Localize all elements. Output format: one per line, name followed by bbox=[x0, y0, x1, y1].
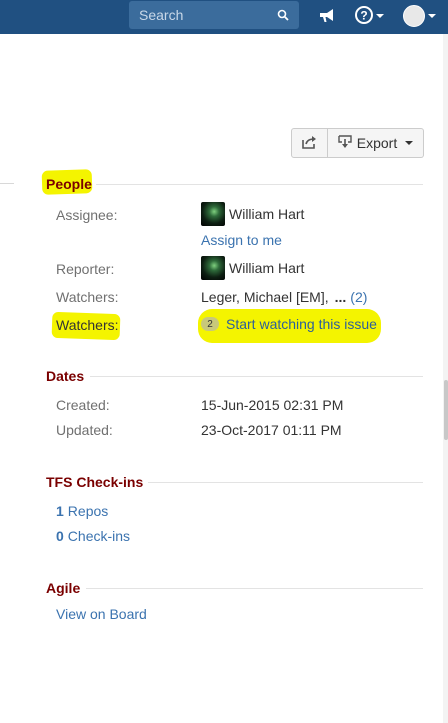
repos-count: 1 bbox=[56, 503, 64, 519]
start-watching-button[interactable]: 2 Start watching this issue bbox=[201, 316, 377, 332]
megaphone-icon bbox=[318, 7, 336, 26]
view-on-board-link[interactable]: View on Board bbox=[56, 606, 147, 622]
scrollbar[interactable] bbox=[443, 34, 448, 723]
section-heading-people: People bbox=[46, 176, 92, 192]
assignee-label: Assignee: bbox=[56, 207, 118, 223]
avatar bbox=[201, 202, 225, 226]
search-input[interactable]: Search bbox=[129, 1, 299, 29]
divider bbox=[86, 588, 423, 589]
svg-text:?: ? bbox=[360, 8, 367, 22]
assignee-value[interactable]: William Hart bbox=[201, 202, 304, 226]
search-placeholder: Search bbox=[139, 7, 184, 23]
tfs-repos-link[interactable]: 1 Repos bbox=[56, 503, 108, 519]
created-label: Created: bbox=[56, 397, 110, 413]
section-heading-agile: Agile bbox=[46, 580, 81, 596]
share-icon bbox=[301, 135, 318, 152]
divider bbox=[148, 482, 423, 483]
download-icon bbox=[338, 134, 352, 152]
help-menu-button[interactable]: ? bbox=[355, 5, 384, 27]
watch-label: Watchers: bbox=[56, 317, 119, 333]
help-icon: ? bbox=[355, 5, 373, 27]
watch-count-badge: 2 bbox=[201, 317, 219, 331]
export-label: Export bbox=[356, 135, 398, 151]
announcements-button[interactable] bbox=[318, 6, 336, 26]
watchers-more[interactable]: ... bbox=[335, 289, 347, 305]
reporter-value[interactable]: William Hart bbox=[201, 256, 304, 280]
chevron-down-icon bbox=[428, 14, 436, 18]
divider bbox=[96, 184, 423, 185]
issue-toolbar: Export bbox=[291, 128, 424, 158]
updated-label: Updated: bbox=[56, 422, 113, 438]
avatar bbox=[201, 256, 225, 280]
assignee-name: William Hart bbox=[229, 206, 305, 222]
reporter-name: William Hart bbox=[229, 260, 305, 276]
top-nav-bar: Search ? bbox=[0, 0, 448, 34]
start-watching-label: Start watching this issue bbox=[226, 316, 377, 332]
reporter-label: Reporter: bbox=[56, 261, 115, 277]
section-heading-tfs: TFS Check-ins bbox=[46, 474, 144, 490]
divider bbox=[90, 376, 423, 377]
tfs-checkins-link[interactable]: 0 Check-ins bbox=[56, 528, 130, 544]
scrollbar-thumb[interactable] bbox=[444, 380, 448, 440]
user-menu-button[interactable] bbox=[403, 4, 436, 28]
chevron-down-icon bbox=[376, 14, 384, 18]
repos-label: Repos bbox=[67, 503, 109, 519]
checkins-label: Check-ins bbox=[67, 528, 131, 544]
watchers-names: Leger, Michael [EM], bbox=[201, 289, 329, 305]
created-value: 15-Jun-2015 02:31 PM bbox=[201, 397, 344, 413]
chevron-down-icon bbox=[405, 141, 414, 145]
watchers-count-link[interactable]: (2) bbox=[350, 289, 367, 305]
watchers-value: Leger, Michael [EM], ... (2) bbox=[201, 289, 367, 305]
export-button[interactable]: Export bbox=[328, 128, 424, 158]
updated-value: 23-Oct-2017 01:11 PM bbox=[201, 422, 342, 438]
share-button[interactable] bbox=[291, 128, 328, 158]
watchers-label: Watchers: bbox=[56, 289, 119, 305]
divider bbox=[0, 183, 14, 184]
avatar bbox=[403, 5, 425, 27]
assign-to-me-link[interactable]: Assign to me bbox=[201, 232, 282, 248]
section-heading-dates: Dates bbox=[46, 368, 85, 384]
search-icon[interactable] bbox=[277, 9, 289, 21]
checkins-count: 0 bbox=[56, 528, 64, 544]
